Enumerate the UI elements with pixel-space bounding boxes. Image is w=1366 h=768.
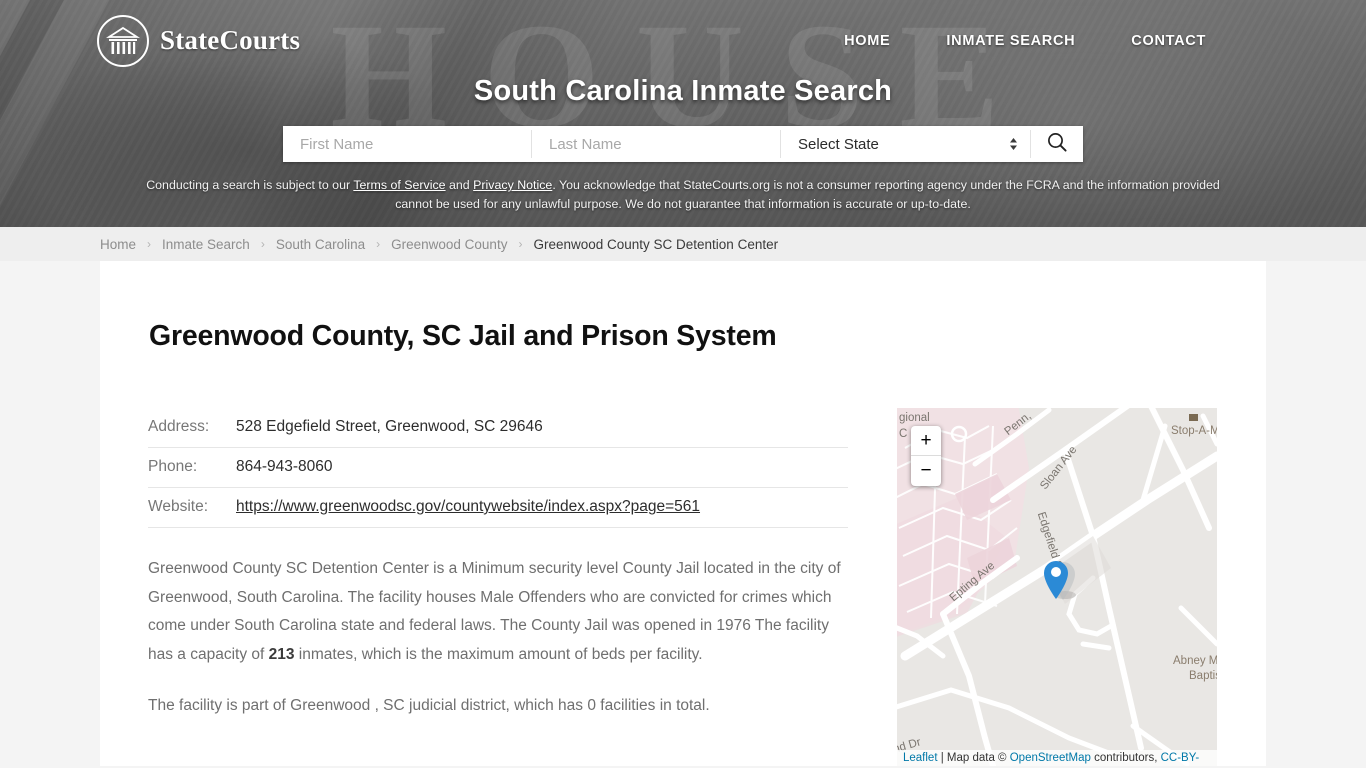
privacy-notice-link[interactable]: Privacy Notice [473, 178, 552, 192]
judicial-district-paragraph: The facility is part of Greenwood , SC j… [148, 696, 710, 714]
disclaimer-text-1: Conducting a search is subject to our [146, 178, 354, 192]
map-zoom-controls: + − [911, 426, 941, 486]
info-value-phone: 864-943-8060 [236, 447, 848, 488]
top-bar: StateCourts HOME INMATE SEARCH CONTACT [0, 0, 1366, 72]
attribution-sep-2: contributors, [1090, 752, 1161, 764]
info-key-website: Website: [148, 487, 236, 528]
breadcrumb-item-home[interactable]: Home [100, 237, 136, 252]
search-icon [1046, 131, 1068, 158]
map-poi-label: Stop-A-Min [1171, 425, 1217, 437]
courthouse-circle-icon [97, 14, 149, 67]
shop-poi-icon [1189, 414, 1198, 421]
table-row: Address: 528 Edgefield Street, Greenwood… [148, 408, 848, 448]
info-value-address: 528 Edgefield Street, Greenwood, SC 2964… [236, 408, 848, 448]
breadcrumb-item-south-carolina[interactable]: South Carolina [276, 237, 365, 252]
nav-inmate-search[interactable]: INMATE SEARCH [946, 33, 1075, 49]
map-street-label: C [899, 428, 908, 440]
facility-details-column: Address: 528 Edgefield Street, Greenwood… [148, 408, 848, 766]
chevron-updown-icon [1009, 137, 1018, 151]
state-select-value: Select State [798, 135, 879, 153]
breadcrumb-separator-icon: › [518, 237, 523, 251]
search-disclaimer: Conducting a search is subject to our Te… [128, 176, 1238, 214]
map-street-label: gional [899, 412, 930, 424]
content-card: Greenwood County, SC Jail and Prison Sys… [100, 261, 1266, 766]
breadcrumb-item-greenwood-county[interactable]: Greenwood County [391, 237, 507, 252]
description-text-2: inmates, which is the maximum amount of … [294, 646, 703, 664]
breadcrumb-item-inmate-search[interactable]: Inmate Search [162, 237, 250, 252]
nav-home[interactable]: HOME [844, 33, 890, 49]
map-poi-label: Abney M [1173, 655, 1217, 667]
terms-of-service-link[interactable]: Terms of Service [353, 178, 445, 192]
last-name-input[interactable] [532, 126, 780, 162]
map-column: gional C Penn, Sloan Ave Edgefield St Ep… [897, 408, 1217, 766]
info-key-phone: Phone: [148, 447, 236, 488]
table-row: Phone: 864-943-8060 [148, 447, 848, 488]
facility-info-table: Address: 528 Edgefield Street, Greenwood… [148, 408, 848, 528]
page-body: Greenwood County, SC Jail and Prison Sys… [0, 261, 1366, 768]
search-submit-button[interactable] [1031, 126, 1083, 162]
site-logo[interactable]: StateCourts [97, 14, 301, 67]
nav-contact[interactable]: CONTACT [1131, 33, 1206, 49]
facility-description-paragraph: Greenwood County SC Detention Center is … [148, 555, 848, 670]
breadcrumb-separator-icon: › [376, 237, 381, 251]
brand-name: StateCourts [160, 25, 301, 55]
map-attribution: Leaflet | Map data © OpenStreetMap contr… [897, 750, 1217, 766]
disclaimer-text-2: and [445, 178, 474, 192]
breadcrumb-item-current: Greenwood County SC Detention Center [533, 236, 779, 252]
breadcrumb: Home › Inmate Search › South Carolina › … [0, 227, 1366, 261]
map-poi-label: Baptis [1189, 670, 1217, 682]
page-title: Greenwood County, SC Jail and Prison Sys… [149, 320, 777, 352]
info-key-address: Address: [148, 408, 236, 448]
map-zoom-in-button[interactable]: + [911, 426, 941, 456]
attribution-sep-1: | Map data © [937, 752, 1010, 764]
map-zoom-out-button[interactable]: − [911, 456, 941, 486]
location-map[interactable]: gional C Penn, Sloan Ave Edgefield St Ep… [897, 408, 1217, 766]
site-hero: HOUSE StateCourts HOME INMATE SEARCH CON… [0, 0, 1366, 227]
info-value-website: https://www.greenwoodsc.gov/countywebsit… [236, 487, 848, 528]
facility-website-link[interactable]: https://www.greenwoodsc.gov/countywebsit… [236, 498, 700, 515]
main-nav: HOME INMATE SEARCH CONTACT [844, 33, 1206, 49]
leaflet-link[interactable]: Leaflet [903, 752, 938, 764]
breadcrumb-separator-icon: › [260, 237, 265, 251]
inmate-search-bar: Select State [283, 126, 1083, 162]
page-hero-title: South Carolina Inmate Search [473, 75, 893, 107]
openstreetmap-link[interactable]: OpenStreetMap [1010, 752, 1091, 764]
table-row: Website: https://www.greenwoodsc.gov/cou… [148, 487, 848, 528]
breadcrumb-separator-icon: › [147, 237, 152, 251]
facility-capacity-value: 213 [268, 646, 295, 664]
cc-by-link[interactable]: CC-BY- [1161, 752, 1200, 764]
first-name-input[interactable] [283, 126, 531, 162]
state-select[interactable]: Select State [781, 126, 1030, 162]
